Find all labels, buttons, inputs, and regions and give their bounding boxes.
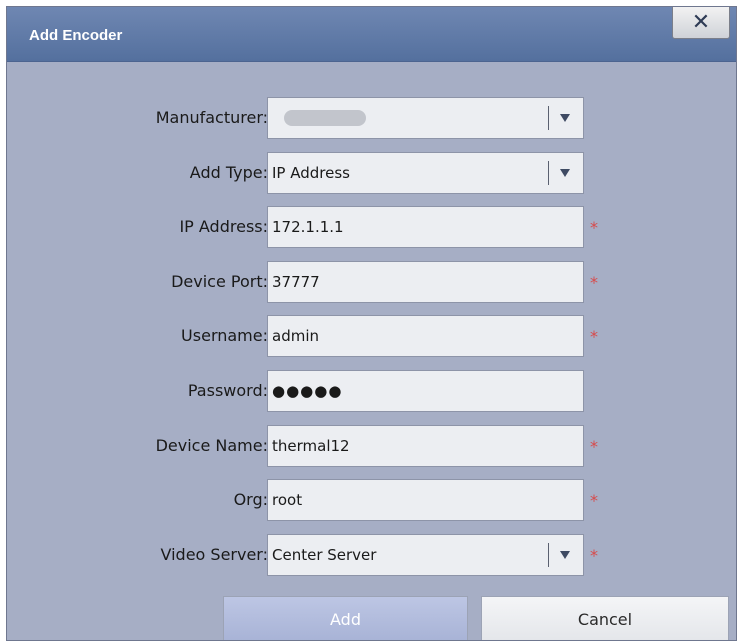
add-encoder-dialog: Add Encoder ✕ Manufacturer: Add Type: IP… xyxy=(6,6,737,641)
username-value: admin xyxy=(272,327,319,345)
manufacturer-value-redacted xyxy=(284,110,366,126)
device-port-row: Device Port: 37777 * xyxy=(7,261,736,303)
device-port-input[interactable]: 37777 xyxy=(267,261,584,303)
device-name-value: thermal12 xyxy=(272,437,350,455)
video-server-value: Center Server xyxy=(272,546,377,564)
username-label: Username: xyxy=(181,326,268,345)
dialog-titlebar: Add Encoder ✕ xyxy=(7,7,736,62)
dropdown-separator xyxy=(548,106,549,130)
required-mark: * xyxy=(590,327,598,346)
device-name-label: Device Name: xyxy=(155,436,268,455)
ip-address-row: IP Address: 172.1.1.1 * xyxy=(7,206,736,248)
add-type-row: Add Type: IP Address xyxy=(7,152,736,194)
org-value: root xyxy=(272,491,303,509)
username-input[interactable]: admin xyxy=(267,315,584,357)
add-type-value: IP Address xyxy=(272,164,350,182)
manufacturer-row: Manufacturer: xyxy=(7,97,736,139)
password-input[interactable]: ●●●●● xyxy=(267,370,584,412)
device-port-label: Device Port: xyxy=(171,272,268,291)
username-row: Username: admin * xyxy=(7,315,736,357)
required-mark: * xyxy=(590,546,598,565)
org-row: Org: root * xyxy=(7,479,736,521)
required-mark: * xyxy=(590,273,598,292)
device-port-value: 37777 xyxy=(272,273,320,291)
add-button[interactable]: Add xyxy=(223,596,468,640)
device-name-row: Device Name: thermal12 * xyxy=(7,425,736,467)
add-type-label: Add Type: xyxy=(189,163,268,182)
dropdown-separator xyxy=(548,161,549,185)
add-type-select[interactable]: IP Address xyxy=(267,152,584,194)
password-row: Password: ●●●●● xyxy=(7,370,736,412)
required-mark: * xyxy=(590,218,598,237)
required-mark: * xyxy=(590,437,598,456)
video-server-select[interactable]: Center Server xyxy=(267,534,584,576)
dialog-title: Add Encoder xyxy=(29,27,123,44)
video-server-row: Video Server: Center Server * xyxy=(7,534,736,576)
ip-address-label: IP Address: xyxy=(179,217,268,236)
org-input[interactable]: root xyxy=(267,479,584,521)
video-server-label: Video Server: xyxy=(160,545,269,564)
close-icon: ✕ xyxy=(691,10,711,35)
ip-address-input[interactable]: 172.1.1.1 xyxy=(267,206,584,248)
password-label: Password: xyxy=(187,381,268,400)
device-name-input[interactable]: thermal12 xyxy=(267,425,584,467)
chevron-down-icon[interactable] xyxy=(560,551,570,559)
required-mark: * xyxy=(590,491,598,510)
manufacturer-label: Manufacturer: xyxy=(155,108,268,127)
manufacturer-select[interactable] xyxy=(267,97,584,139)
chevron-down-icon[interactable] xyxy=(560,114,570,122)
chevron-down-icon[interactable] xyxy=(560,169,570,177)
close-button[interactable]: ✕ xyxy=(672,7,730,39)
password-value: ●●●●● xyxy=(272,382,343,400)
cancel-button[interactable]: Cancel xyxy=(481,596,729,640)
org-label: Org: xyxy=(233,490,268,509)
dropdown-separator xyxy=(548,543,549,567)
ip-address-value: 172.1.1.1 xyxy=(272,218,344,236)
